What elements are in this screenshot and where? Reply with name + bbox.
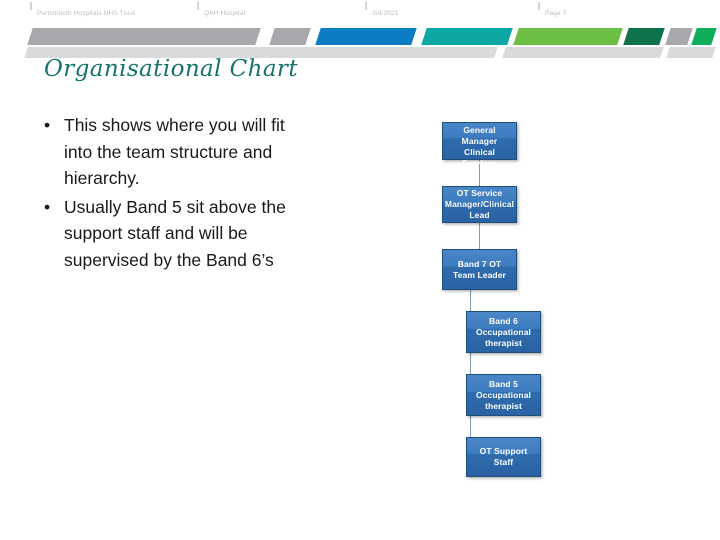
header-date-text: 3/4/2021 [372,10,399,17]
slide-header: Portsmouth Hospitals NHS Trust QAH Hospi… [0,0,720,26]
org-node-label: OT Service Manager/Clinical Lead [444,188,515,220]
banner-segment-gray [27,28,261,45]
banner-segment-green-2 [691,28,717,45]
slide-canvas: Portsmouth Hospitals NHS Trust QAH Hospi… [0,0,720,540]
decorative-banner [0,28,720,58]
header-footer-text: Portsmouth Hospitals NHS Trust [37,10,136,17]
banner-segment-blue [315,28,417,45]
header-tick-mark [30,2,32,10]
page-title: Organisational Chart [44,56,298,82]
banner-lower-segment [502,47,664,58]
bullet-text: Usually Band 5 sit above the support sta… [64,196,286,270]
header-tick-mark [197,2,199,10]
bullet-text: This shows where you will fit into the t… [64,115,285,188]
banner-segment-gray-2 [665,28,693,45]
org-node-label: Band 7 OT Team Leader [453,258,506,280]
org-node-label: OT Support Staff [479,446,528,467]
org-node-divisional-general-manager[interactable]: Divisional General Manager Clinical Serv… [442,114,517,168]
header-location-text: QAH Hospital [204,10,246,17]
org-node-band-6-occupational-therapist[interactable]: Band 6 Occupational therapist [466,311,541,353]
org-node-band-5-occupational-therapist[interactable]: Band 5 Occupational therapist [466,374,541,416]
org-node-band-7-team-leader[interactable]: Band 7 OT Team Leader [442,249,517,290]
org-node-label: Divisional General Manager Clinical Serv… [458,113,501,168]
bullet-item: • Usually Band 5 sit above the support s… [38,194,288,274]
header-tick-mark [538,2,540,10]
connector-n2-n3 [479,223,480,249]
header-page-number: Page 7 [545,10,567,17]
banner-segment-dark-green [623,28,665,45]
org-node-label: Band 6 Occupational therapist [475,315,532,348]
org-node-ot-support-staff[interactable]: OT Support Staff [466,437,541,477]
bullet-glyph-icon: • [44,196,51,217]
header-tick-mark [365,2,367,10]
bullet-glyph-icon: • [44,115,51,135]
banner-segment-green [513,28,623,45]
banner-segment-teal [421,28,513,45]
org-node-label: Band 5 Occupational therapist [475,378,532,411]
organisational-chart: Divisional General Manager Clinical Serv… [420,108,600,488]
banner-segment-gray-small [269,28,311,45]
org-node-ot-service-manager[interactable]: OT Service Manager/Clinical Lead [442,186,517,223]
body-bullet-list: • This shows where you will fit into the… [38,112,288,275]
bullet-item: • This shows where you will fit into the… [38,112,288,192]
banner-lower-segment [666,47,716,58]
